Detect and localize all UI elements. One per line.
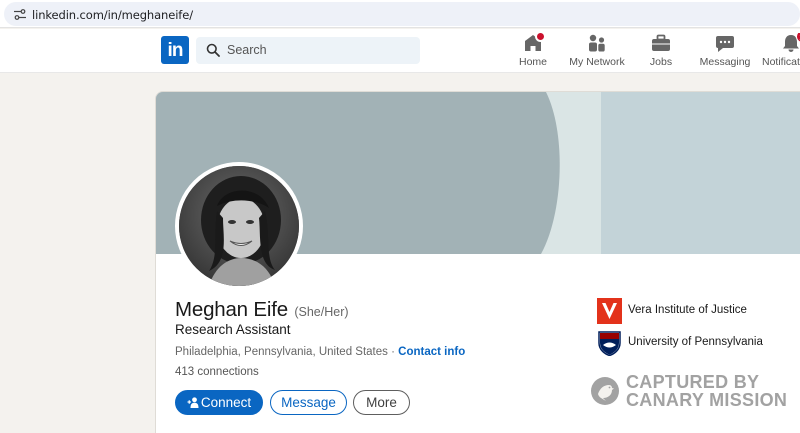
profile-pronouns: (She/Her): [294, 305, 349, 319]
connect-label: Connect: [200, 395, 252, 410]
messaging-icon: [714, 33, 736, 53]
connect-button[interactable]: Connect: [175, 390, 263, 415]
profile-name: Meghan Eife: [175, 298, 288, 321]
more-button[interactable]: More: [353, 390, 410, 415]
canary-bird-icon: [591, 377, 619, 405]
home-notification-dot: [535, 31, 546, 42]
bell-icon: 12: [780, 33, 800, 53]
message-button[interactable]: Message: [270, 390, 347, 415]
search-input[interactable]: Search: [196, 37, 420, 64]
profile-name-row: Meghan Eife (She/Her): [175, 298, 349, 322]
nav-item-jobs[interactable]: Jobs: [643, 33, 679, 71]
nav-item-notifications[interactable]: 12 Notifications: [762, 33, 800, 71]
add-person-icon: [187, 397, 199, 408]
education-name-penn: University of Pennsylvania: [628, 336, 763, 348]
penn-shield-icon: [598, 331, 621, 356]
vera-logo-icon: [597, 298, 622, 324]
separator-dot: ·: [391, 346, 395, 358]
connections-count[interactable]: 413 connections: [175, 366, 259, 378]
profile-headline: Research Assistant: [175, 322, 291, 337]
nav-item-messaging[interactable]: Messaging: [699, 33, 751, 71]
network-icon: [586, 33, 608, 53]
nav-label-jobs: Jobs: [649, 56, 673, 68]
linkedin-nav-bar: in Search Home My Network Jobs Messaging…: [0, 29, 800, 73]
experience-name-vera: Vera Institute of Justice: [628, 304, 747, 316]
profile-location-row: Philadelphia, Pennsylvania, United State…: [175, 346, 465, 358]
profile-avatar[interactable]: [175, 162, 303, 290]
nav-label-notifications: Notifications: [762, 56, 800, 68]
profile-photo: [179, 166, 299, 286]
url-text: linkedin.com/in/meghaneife/: [32, 8, 194, 22]
nav-label-my-network: My Network: [569, 56, 625, 68]
canary-mission-watermark: CAPTURED BY CANARY MISSION: [590, 372, 790, 412]
site-info-icon[interactable]: [14, 9, 26, 20]
search-placeholder: Search: [227, 43, 267, 57]
profile-location: Philadelphia, Pennsylvania, United State…: [175, 346, 388, 358]
watermark-line-2: CANARY MISSION: [626, 390, 788, 410]
nav-label-home: Home: [518, 56, 547, 68]
linkedin-logo[interactable]: in: [161, 36, 189, 64]
briefcase-icon: [650, 33, 672, 53]
home-icon: [522, 31, 546, 53]
nav-item-my-network[interactable]: My Network: [566, 33, 628, 71]
url-field[interactable]: linkedin.com/in/meghaneife/: [4, 2, 800, 26]
contact-info-link[interactable]: Contact info: [398, 346, 465, 358]
browser-address-bar: linkedin.com/in/meghaneife/: [0, 0, 800, 28]
nav-label-messaging: Messaging: [699, 56, 751, 68]
nav-item-home[interactable]: Home: [514, 31, 552, 71]
search-icon: [206, 43, 220, 57]
